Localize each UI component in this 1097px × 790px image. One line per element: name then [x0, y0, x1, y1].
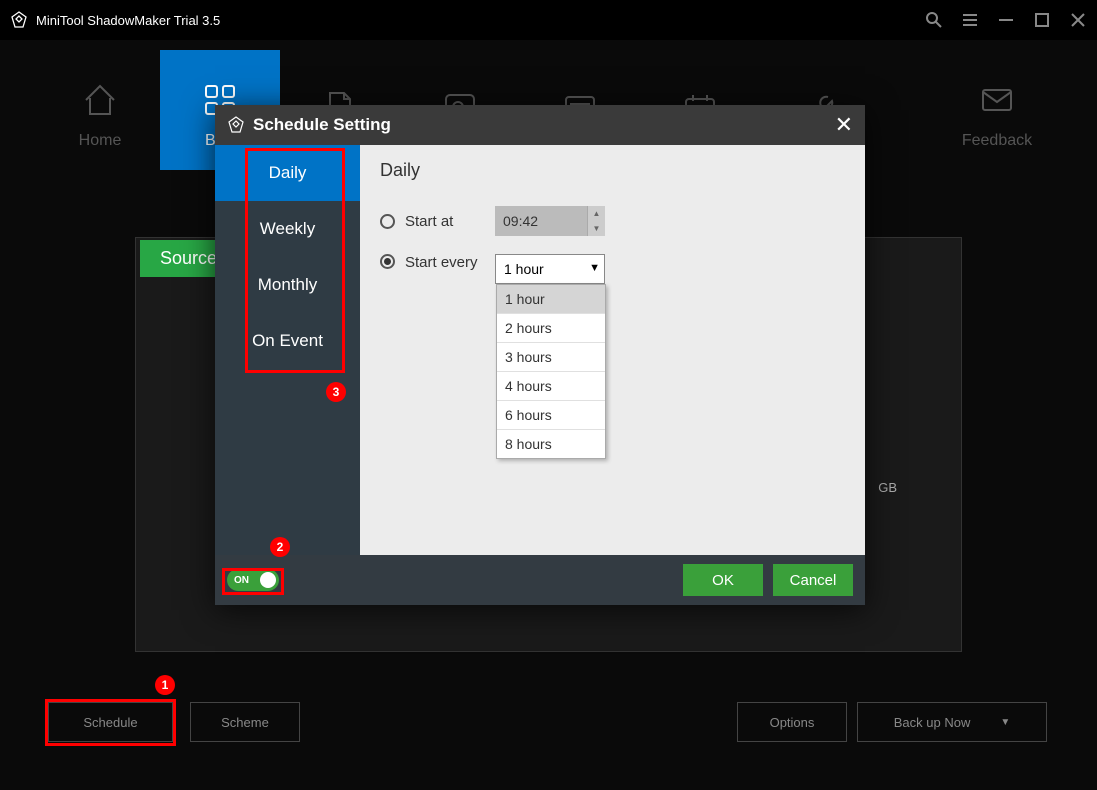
dialog-header: Schedule Setting ✕ — [215, 105, 865, 145]
start-at-time-input[interactable]: 09:42 ▲▼ — [495, 206, 605, 236]
toggle-knob — [260, 572, 276, 588]
schedule-setting-dialog: Schedule Setting ✕ Daily Weekly Monthly … — [215, 105, 865, 605]
maximize-icon[interactable] — [1033, 11, 1051, 29]
home-icon — [80, 80, 120, 120]
close-icon[interactable] — [1069, 11, 1087, 29]
tab-monthly[interactable]: Monthly — [215, 257, 360, 313]
backup-now-button[interactable]: Back up Now▼ — [857, 702, 1047, 742]
cancel-button[interactable]: Cancel — [773, 564, 853, 596]
start-every-select[interactable]: 1 hour ▼ 1 hour 2 hours 3 hours 4 hours … — [495, 254, 605, 284]
options-button[interactable]: Options — [737, 702, 847, 742]
dialog-content: Daily Start at 09:42 ▲▼ Start every 1 ho… — [360, 145, 865, 555]
nav-home[interactable]: Home — [40, 50, 160, 170]
ok-button[interactable]: OK — [683, 564, 763, 596]
dropdown-option[interactable]: 6 hours — [497, 401, 605, 430]
app-logo-icon — [10, 11, 28, 29]
chevron-up-icon[interactable]: ▲ — [588, 206, 605, 221]
dropdown-option[interactable]: 4 hours — [497, 372, 605, 401]
chevron-down-icon: ▼ — [589, 262, 600, 274]
dropdown-option[interactable]: 2 hours — [497, 314, 605, 343]
time-spinner[interactable]: ▲▼ — [587, 206, 605, 236]
nav-label: Feedback — [962, 132, 1032, 150]
app-title: MiniTool ShadowMaker Trial 3.5 — [36, 13, 925, 28]
tab-on-event[interactable]: On Event — [215, 313, 360, 369]
tab-daily[interactable]: Daily — [215, 145, 360, 201]
dialog-logo-icon — [227, 116, 245, 134]
tab-weekly[interactable]: Weekly — [215, 201, 360, 257]
nav-feedback[interactable]: Feedback — [937, 50, 1057, 170]
start-at-label: Start at — [405, 213, 485, 230]
titlebar: MiniTool ShadowMaker Trial 3.5 — [0, 0, 1097, 40]
start-at-radio[interactable] — [380, 214, 395, 229]
dropdown-option[interactable]: 1 hour — [497, 285, 605, 314]
start-every-dropdown: 1 hour 2 hours 3 hours 4 hours 6 hours 8… — [496, 284, 606, 459]
content-heading: Daily — [380, 160, 845, 181]
chevron-down-icon[interactable]: ▼ — [588, 221, 605, 236]
nav-label: Home — [79, 132, 122, 150]
minimize-icon[interactable] — [997, 11, 1015, 29]
menu-icon[interactable] — [961, 11, 979, 29]
dialog-sidebar: Daily Weekly Monthly On Event — [215, 145, 360, 555]
dropdown-option[interactable]: 8 hours — [497, 430, 605, 458]
chevron-down-icon: ▼ — [1000, 717, 1010, 728]
close-icon[interactable]: ✕ — [835, 112, 853, 138]
envelope-icon — [977, 80, 1017, 120]
start-every-label: Start every — [405, 254, 485, 271]
annotation-number-1: 1 — [155, 675, 175, 695]
schedule-button[interactable]: Schedule — [48, 702, 173, 742]
dialog-footer: ON OK Cancel — [215, 555, 865, 605]
start-every-radio[interactable] — [380, 254, 395, 269]
search-icon[interactable] — [925, 11, 943, 29]
dialog-title: Schedule Setting — [253, 115, 835, 135]
dropdown-option[interactable]: 3 hours — [497, 343, 605, 372]
schedule-toggle[interactable]: ON — [227, 569, 279, 591]
scheme-button[interactable]: Scheme — [190, 702, 300, 742]
storage-info: GB — [878, 480, 897, 495]
